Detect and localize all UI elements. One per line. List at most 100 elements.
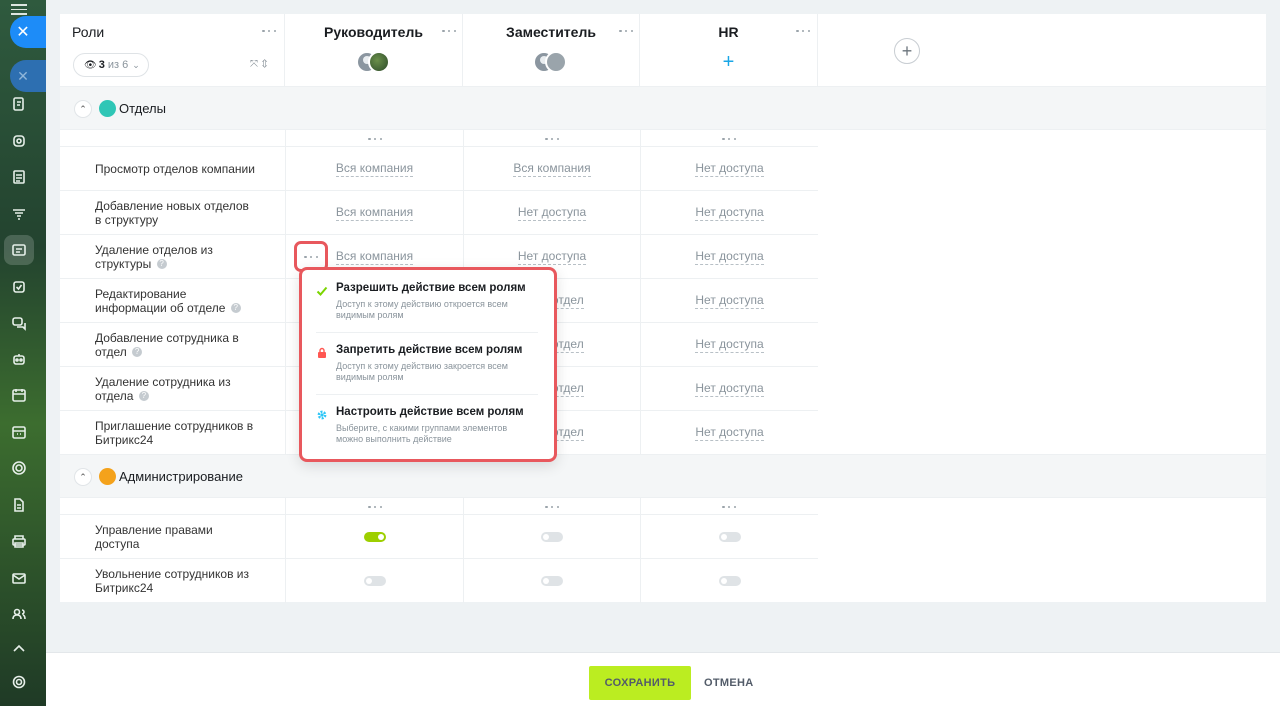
role-title: Заместитель: [506, 24, 596, 40]
role-menu-dots-icon[interactable]: [619, 27, 633, 35]
calendar-icon[interactable]: [11, 387, 27, 403]
funnel-icon[interactable]: [11, 206, 27, 222]
avatar: [545, 51, 567, 73]
column-menu-dots-icon[interactable]: [545, 503, 559, 511]
document-icon[interactable]: [11, 169, 27, 185]
help-icon[interactable]: ?: [132, 347, 143, 358]
role-members-avatars[interactable]: [533, 51, 569, 75]
permission-value[interactable]: Нет доступа: [640, 279, 818, 323]
permission-toggle-cell: [285, 559, 463, 603]
permission-toggle-cell: [463, 559, 640, 603]
column-menu-dots-icon[interactable]: [722, 135, 736, 143]
people-group-icon: [99, 100, 116, 117]
menu-item-desc: Доступ к этому действию закроется всем в…: [336, 361, 508, 382]
role-menu-dots-icon[interactable]: [442, 27, 456, 35]
collapse-icon[interactable]: [11, 640, 27, 656]
chats-icon[interactable]: [11, 315, 27, 331]
section-dots-row: [60, 130, 818, 147]
permission-toggle-cell: [640, 559, 818, 603]
eye-icon: 👁: [84, 59, 97, 71]
contact-card-icon[interactable]: [11, 242, 27, 258]
help-icon[interactable]: ?: [156, 259, 167, 270]
permission-value[interactable]: Нет доступа: [640, 191, 818, 235]
permission-toggle[interactable]: [541, 532, 563, 542]
menu-item-desc: Выберите, с какими группами элементов мо…: [336, 423, 508, 444]
permission-value[interactable]: Нет доступа: [463, 191, 640, 235]
roles-title: Роли: [72, 24, 105, 40]
permission-value[interactable]: Вся компания: [285, 191, 463, 235]
menu-icon[interactable]: [11, 4, 27, 15]
visible-roles-counter[interactable]: 👁 3 из 6 ⌄: [73, 53, 149, 77]
robot-icon[interactable]: [11, 351, 27, 367]
add-role-button[interactable]: +: [894, 38, 920, 64]
close-slider-button[interactable]: ✕: [10, 16, 46, 48]
divider: [316, 332, 538, 333]
column-menu-dots-icon[interactable]: [368, 135, 382, 143]
role-title: HR: [718, 24, 739, 40]
permission-label: Удаление сотрудника из отдела ?: [95, 374, 231, 403]
permission-value[interactable]: Нет доступа: [640, 367, 818, 411]
collapse-section-icon[interactable]: ⌃: [74, 100, 92, 118]
permission-toggle[interactable]: [363, 576, 386, 586]
column-menu-dots-icon[interactable]: [722, 503, 736, 511]
table-row: Увольнение сотрудников из Битрикс24: [60, 559, 818, 603]
permission-label: Увольнение сотрудников из Битрикс24: [95, 567, 249, 595]
permission-value[interactable]: Нет доступа: [640, 411, 818, 455]
settings-gear-icon[interactable]: [11, 674, 27, 690]
add-member-plus-icon[interactable]: +: [723, 52, 735, 72]
total-count: из 6: [107, 59, 129, 71]
role-title: Руководитель: [324, 24, 423, 40]
row-actions-popup: Разрешить действие всем ролям Доступ к э…: [299, 267, 557, 462]
target-icon[interactable]: [11, 460, 27, 476]
printer-icon[interactable]: [11, 533, 27, 549]
close-icon: ✕: [16, 24, 30, 41]
collapse-section-icon[interactable]: ⌃: [74, 468, 92, 486]
permission-value[interactable]: Нет доступа: [640, 235, 818, 279]
access-rights-panel: Роли 👁 3 из 6 ⌄ ⤧⇕ Руководитель Заместит…: [46, 0, 1280, 706]
admin-person-icon: [99, 468, 116, 485]
permission-label: Редактирование информации об отделе ?: [95, 287, 255, 315]
role-members-avatars[interactable]: [355, 51, 392, 75]
permission-label: Приглашение сотрудников в Битрикс24: [95, 418, 254, 447]
permission-value[interactable]: Нет доступа: [640, 323, 818, 367]
permission-toggle-cell: [463, 515, 640, 559]
permission-toggle[interactable]: [363, 532, 386, 542]
more-dots-icon: [304, 253, 318, 261]
permission-value[interactable]: Нет доступа: [640, 147, 818, 191]
task-check-icon[interactable]: [11, 279, 27, 295]
table-row: Просмотр отделов компании Вся компания В…: [60, 147, 818, 191]
column-menu-dots-icon[interactable]: [545, 135, 559, 143]
file-icon[interactable]: [11, 497, 27, 513]
permission-toggle[interactable]: [718, 532, 741, 542]
roles-grid: Роли 👁 3 из 6 ⌄ ⤧⇕ Руководитель Заместит…: [60, 14, 1266, 603]
roles-menu-dots-icon[interactable]: [262, 27, 276, 35]
footer-bar: СОХРАНИТЬ ОТМЕНА: [46, 652, 1280, 706]
permission-label: Добавление новых отделов в структуру: [95, 198, 249, 227]
save-button[interactable]: СОХРАНИТЬ: [589, 666, 691, 700]
chat-square-icon[interactable]: [11, 133, 27, 149]
help-icon[interactable]: ?: [230, 303, 241, 314]
close-slider-icon-secondary[interactable]: ✕: [10, 60, 46, 92]
permission-value[interactable]: Вся компания: [463, 147, 640, 191]
permission-toggle[interactable]: [541, 576, 563, 586]
divider: [316, 394, 538, 395]
menu-item-title: Разрешить действие всем ролям: [336, 282, 526, 294]
mail-icon[interactable]: [11, 570, 27, 586]
permission-label: Удаление отделов из структуры ?: [95, 242, 213, 271]
permission-toggle-cell: [285, 515, 463, 559]
role-menu-dots-icon[interactable]: [796, 27, 810, 35]
edit-doc-icon[interactable]: [11, 96, 27, 112]
users-icon[interactable]: [11, 606, 27, 622]
section-departments: ⌃ Отделы: [60, 86, 1266, 130]
permission-label: Управление правами доступа: [95, 522, 213, 551]
section-dots-row: [60, 498, 818, 515]
column-menu-dots-icon[interactable]: [368, 503, 382, 511]
cancel-button[interactable]: ОТМЕНА: [704, 666, 753, 700]
help-icon[interactable]: ?: [138, 391, 149, 402]
check-icon: [316, 284, 328, 296]
permission-value[interactable]: Вся компания: [285, 147, 463, 191]
permission-toggle[interactable]: [718, 576, 741, 586]
booking-calendar-icon[interactable]: [11, 424, 27, 440]
expand-collapse-icon[interactable]: ⤧⇕: [250, 59, 272, 70]
table-row: Управление правами доступа: [60, 515, 818, 559]
